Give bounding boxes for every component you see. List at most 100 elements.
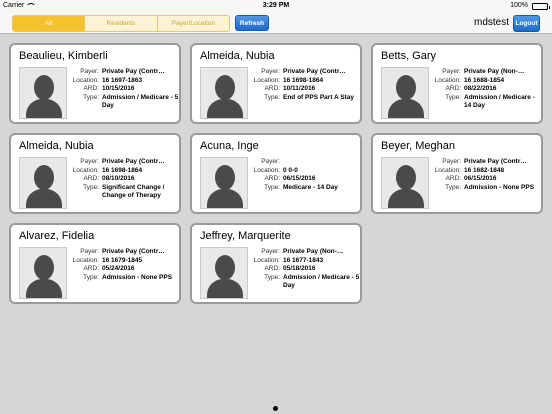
resident-name: Beaulieu, Kimberli	[19, 50, 108, 62]
location-value: 0 0-0	[283, 166, 298, 174]
avatar-placeholder-icon	[200, 247, 248, 299]
resident-details: Payer: Location: 0 0-0 ARD: 06/15/2016 Type: M…	[250, 158, 360, 192]
ard-value: 05/18/2016	[283, 265, 316, 272]
location-value: 16 1682-1848	[464, 166, 505, 174]
segment-payer-location[interactable]: Payer/Location	[158, 16, 229, 31]
payer-value: Private Pay (Contr…	[102, 248, 165, 255]
payer-label: Payer:	[442, 158, 461, 165]
resident-details: Payer: Private Pay (Non-… Location: 16 1688…	[431, 68, 541, 111]
location-label: Location:	[72, 256, 99, 264]
payer-label: Payer:	[80, 158, 99, 165]
type-value: End of PPS Part A Stay	[283, 93, 355, 101]
payer-value: Private Pay (Contr…	[283, 68, 346, 75]
payer-value: Private Pay (Non-…	[283, 248, 344, 255]
location-value: 16 1688-1854	[464, 76, 505, 84]
type-value: Admission / Medicare - 5 Day	[283, 273, 360, 290]
type-value: Admission - None PPS	[102, 273, 173, 281]
resident-card[interactable]: Betts, Gary Payer: Private Pay (Non-… Locat…	[371, 43, 543, 124]
ard-value: 10/11/2016	[283, 85, 316, 92]
avatar-placeholder-icon	[19, 67, 67, 119]
location-value: 16 1697-1863	[102, 76, 143, 84]
type-label: Type:	[264, 273, 280, 281]
resident-details: Payer: Private Pay (Contr… Location: 16 169…	[69, 68, 179, 111]
location-value: 16 1679-1845	[102, 256, 143, 264]
type-label: Type:	[83, 183, 99, 191]
resident-card[interactable]: Alvarez, Fidelia Payer: Private Pay (Contr…	[9, 223, 181, 304]
toolbar: All Residents Payer/Location Refresh mds…	[0, 12, 552, 34]
resident-details: Payer: Private Pay (Non-… Location: 16 1677…	[250, 248, 360, 291]
location-value: 16 1677-1843	[283, 256, 324, 264]
type-label: Type:	[264, 93, 280, 101]
ard-label: ARD:	[264, 85, 280, 92]
type-value: Admission / Medicare - 5 Day	[102, 93, 179, 110]
resident-name: Alvarez, Fidelia	[19, 230, 95, 242]
resident-name: Almeida, Nubia	[200, 50, 275, 62]
payer-label: Payer:	[261, 248, 280, 255]
status-bar: Carrier 3:29 PM 100%	[0, 0, 552, 12]
resident-card[interactable]: Almeida, Nubia Payer: Private Pay (Contr… L…	[190, 43, 362, 124]
ard-label: ARD:	[445, 85, 461, 92]
payer-label: Payer:	[80, 68, 99, 75]
type-value: Medicare - 14 Day	[283, 183, 338, 191]
type-label: Type:	[445, 183, 461, 191]
username-label: mdstest	[473, 17, 509, 28]
payer-label: Payer:	[261, 68, 280, 75]
type-value: Admission / Medicare - 14 Day	[464, 93, 535, 110]
type-label: Type:	[83, 273, 99, 281]
resident-details: Payer: Private Pay (Contr… Location: 16 169…	[69, 158, 179, 201]
clock: 3:29 PM	[262, 2, 290, 9]
type-value: Significant Change / Change of Therapy	[102, 183, 165, 200]
payer-value: Private Pay (Contr…	[102, 68, 165, 75]
segment-residents[interactable]: Residents	[85, 16, 158, 31]
location-label: Location:	[434, 166, 461, 174]
battery-icon	[532, 3, 550, 10]
location-label: Location:	[434, 76, 461, 84]
resident-card[interactable]: Jeffrey, Marquerite Payer: Private Pay (No…	[190, 223, 362, 304]
refresh-button[interactable]: Refresh	[235, 15, 269, 31]
filter-segmented-control: All Residents Payer/Location	[12, 15, 230, 32]
ard-label: ARD:	[83, 175, 99, 182]
battery-percent: 100%	[510, 2, 528, 9]
payer-value: Private Pay (Contr…	[102, 158, 165, 165]
payer-label: Payer:	[442, 68, 461, 75]
ard-label: ARD:	[83, 85, 99, 92]
resident-card[interactable]: Acuna, Inge Payer: Location: 0 0-0 ARD: 06/15…	[190, 133, 362, 214]
ard-value: 08/22/2016	[464, 85, 497, 92]
ard-value: 06/15/2016	[464, 175, 497, 182]
location-value: 16 1698-1864	[283, 76, 324, 84]
ard-label: ARD:	[264, 175, 280, 182]
location-label: Location:	[72, 76, 99, 84]
resident-name: Betts, Gary	[381, 50, 437, 62]
payer-label: Payer:	[80, 248, 99, 255]
type-label: Type:	[264, 183, 280, 191]
logout-button[interactable]: Logout	[513, 15, 540, 32]
segment-all[interactable]: All	[13, 16, 86, 31]
resident-details: Payer: Private Pay (Contr… Location: 16 167…	[69, 248, 179, 282]
resident-name: Beyer, Meghan	[381, 140, 455, 152]
avatar-placeholder-icon	[200, 157, 248, 209]
avatar-placeholder-icon	[19, 157, 67, 209]
avatar-placeholder-icon	[381, 157, 429, 209]
page-indicator-dot	[273, 406, 278, 411]
payer-value: Private Pay (Non-…	[464, 68, 525, 75]
ard-label: ARD:	[445, 175, 461, 182]
resident-card[interactable]: Beyer, Meghan Payer: Private Pay (Contr… Lo…	[371, 133, 543, 214]
location-label: Location:	[253, 256, 280, 264]
ard-value: 08/10/2016	[102, 175, 135, 182]
resident-name: Acuna, Inge	[200, 140, 259, 152]
ard-value: 05/24/2016	[102, 265, 135, 272]
type-label: Type:	[83, 93, 99, 101]
ard-value: 06/15/2016	[283, 175, 316, 182]
avatar-placeholder-icon	[381, 67, 429, 119]
type-label: Type:	[445, 93, 461, 101]
ard-value: 10/15/2016	[102, 85, 135, 92]
avatar-placeholder-icon	[19, 247, 67, 299]
resident-card[interactable]: Almeida, Nubia Payer: Private Pay (Contr… L…	[9, 133, 181, 214]
type-value: Admission - None PPS	[464, 183, 535, 191]
location-value: 16 1698-1864	[102, 166, 143, 174]
location-label: Location:	[253, 166, 280, 174]
resident-card[interactable]: Beaulieu, Kimberli Payer: Private Pay (Con…	[9, 43, 181, 124]
ard-label: ARD:	[83, 265, 99, 272]
location-label: Location:	[253, 76, 280, 84]
resident-name: Almeida, Nubia	[19, 140, 94, 152]
